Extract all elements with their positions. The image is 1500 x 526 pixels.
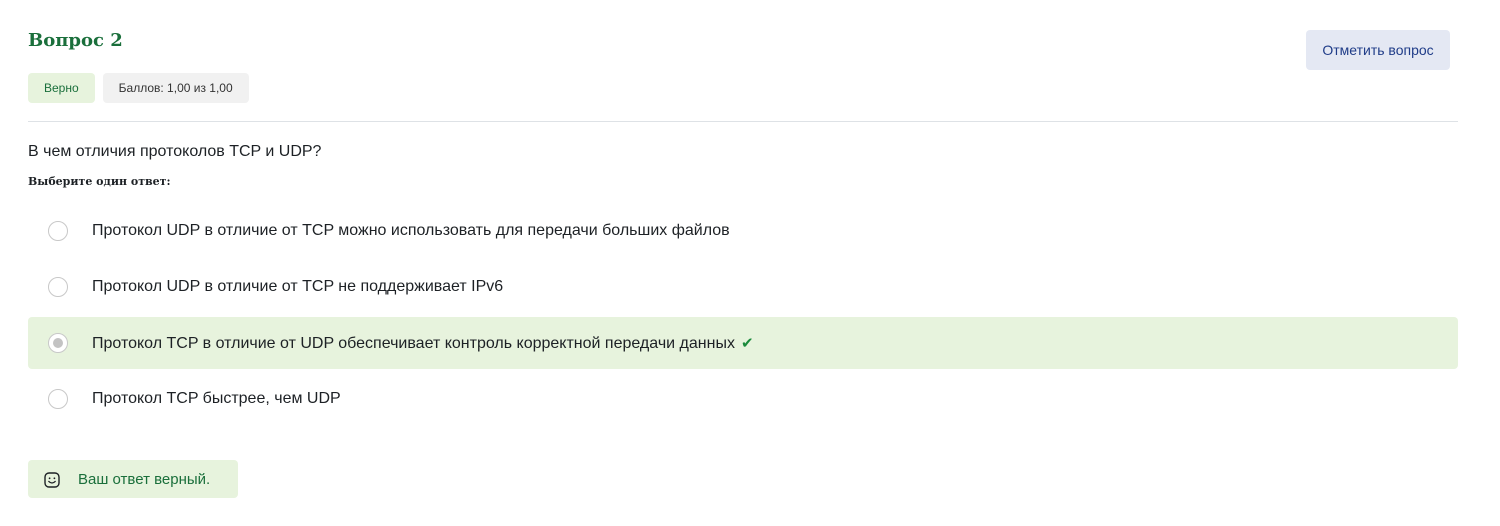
feedback-text: Ваш ответ верный.	[78, 470, 211, 488]
answer-option[interactable]: Протокол TCP быстрее, чем UDP	[28, 373, 1458, 425]
divider	[28, 121, 1458, 122]
answer-label: Протокол UDP в отличие от TCP можно испо…	[92, 222, 730, 239]
answer-radio-selected[interactable]	[48, 333, 68, 353]
score-badge: Баллов: 1,00 из 1,00	[102, 73, 249, 103]
question-card: Вопрос 2 Отметить вопрос Верно Баллов: 1…	[0, 0, 1500, 526]
answer-prompt: Выберите один ответ:	[28, 175, 171, 188]
status-badge: Верно	[28, 73, 95, 103]
answer-option[interactable]: Протокол UDP в отличие от TCP не поддерж…	[28, 261, 1458, 313]
answer-option-correct[interactable]: Протокол TCP в отличие от UDP обеспечива…	[28, 317, 1458, 369]
question-badges: Верно Баллов: 1,00 из 1,00	[28, 73, 249, 103]
answer-label: Протокол TCP быстрее, чем UDP	[92, 390, 341, 407]
answer-label-text: Протокол TCP в отличие от UDP обеспечива…	[92, 334, 735, 352]
question-text: В чем отличия протоколов TCP и UDP?	[28, 143, 322, 160]
answer-radio[interactable]	[48, 221, 68, 241]
answer-option[interactable]: Протокол UDP в отличие от TCP можно испо…	[28, 205, 1458, 257]
flag-question-button[interactable]: Отметить вопрос	[1306, 30, 1450, 70]
answer-label: Протокол UDP в отличие от TCP не поддерж…	[92, 278, 504, 295]
smile-icon	[44, 472, 60, 488]
answer-label: Протокол TCP в отличие от UDP обеспечива…	[92, 334, 754, 353]
answer-radio[interactable]	[48, 389, 68, 409]
feedback-box: Ваш ответ верный.	[28, 460, 238, 498]
answer-list: Протокол UDP в отличие от TCP можно испо…	[28, 205, 1458, 429]
checkmark-icon: ✔	[740, 334, 754, 352]
question-title: Вопрос 2	[28, 30, 123, 51]
answer-radio[interactable]	[48, 277, 68, 297]
